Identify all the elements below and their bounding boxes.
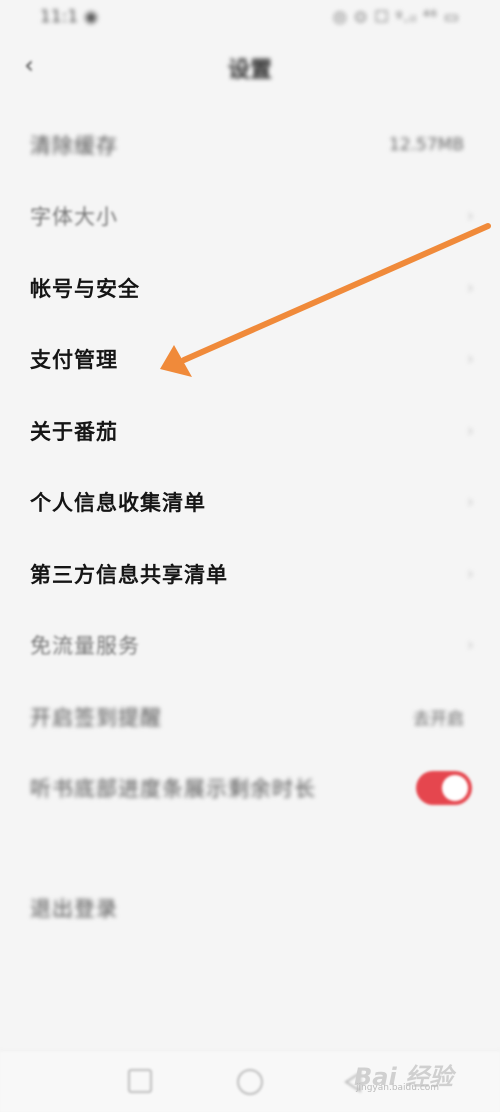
header: ‹ 设置: [0, 40, 500, 92]
chevron-right-icon: ›: [466, 277, 474, 299]
settings-item-label: 个人信息收集清单: [30, 491, 206, 515]
watermark-url: jingyan.baidu.com: [356, 1083, 440, 1093]
settings-item-audio-progress: 听书底部进度条展示剩余时长: [0, 752, 500, 824]
chevron-right-icon: ›: [466, 634, 474, 656]
settings-item-about[interactable]: 关于番茄 ›: [0, 395, 500, 467]
settings-item-label: 第三方信息共享清单: [30, 563, 228, 587]
settings-item-label: 免流量服务: [30, 634, 140, 658]
page-title: 设置: [227, 58, 272, 83]
chevron-right-icon: ›: [466, 491, 474, 513]
settings-item-clear-cache[interactable]: 清除缓存 12.57MB: [0, 109, 500, 181]
settings-item-account-security[interactable]: 帐号与安全 ›: [0, 252, 500, 324]
logout-label: 退出登录: [30, 897, 118, 921]
settings-item-label: 帐号与安全: [30, 277, 140, 301]
cache-size-value: 12.57MB: [389, 135, 464, 155]
baidu-jingyan-watermark: Bai 经验 jingyan.baidu.com: [354, 1057, 474, 1097]
status-bar: 11:1 ◉ ◎ ⊙ ☐ ᵍ.ᵢₗ ⁴⁶ ▭: [0, 0, 500, 34]
recent-apps-button[interactable]: [128, 1069, 152, 1093]
settings-item-checkin-reminder[interactable]: 开启签到提醒 去开启: [0, 681, 500, 753]
home-button[interactable]: [237, 1069, 263, 1095]
checkin-reminder-value: 去开启: [413, 709, 464, 730]
chevron-right-icon: ›: [466, 420, 474, 442]
settings-item-personal-info-list[interactable]: 个人信息收集清单 ›: [0, 466, 500, 538]
settings-item-payment[interactable]: 支付管理 ›: [0, 323, 500, 395]
chevron-right-icon: ›: [466, 348, 474, 370]
audio-progress-toggle[interactable]: [416, 771, 472, 805]
chevron-right-icon: ›: [466, 205, 474, 227]
status-time: 11:1 ◉: [40, 7, 99, 27]
toggle-knob: [442, 775, 468, 801]
settings-item-font-size[interactable]: 字体大小 ›: [0, 180, 500, 252]
settings-item-label: 关于番茄: [30, 420, 118, 444]
settings-item-label: 清除缓存: [30, 134, 118, 158]
settings-item-third-party-sharing[interactable]: 第三方信息共享清单 ›: [0, 538, 500, 610]
chevron-right-icon: ›: [466, 563, 474, 585]
status-icons: ◎ ⊙ ☐ ᵍ.ᵢₗ ⁴⁶ ▭: [332, 7, 460, 26]
settings-item-label: 听书底部进度条展示剩余时长: [30, 777, 316, 801]
settings-item-free-data[interactable]: 免流量服务 ›: [0, 609, 500, 681]
settings-item-label: 支付管理: [30, 348, 118, 372]
settings-item-label: 字体大小: [30, 205, 118, 229]
logout-button[interactable]: 退出登录: [0, 872, 500, 944]
settings-item-label: 开启签到提醒: [30, 706, 162, 730]
